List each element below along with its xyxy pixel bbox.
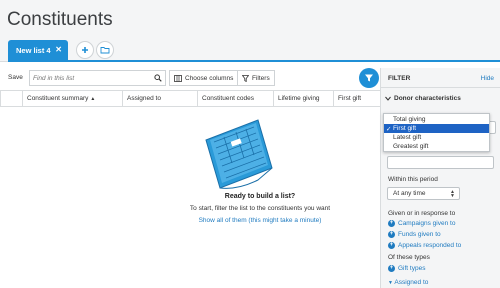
filter-panel: FILTER Hide Donor characteristics ▲▼ Wit… [380,68,500,288]
plus-icon: + [388,265,395,272]
filter-icon [365,74,373,82]
column-header-lifetime-giving[interactable]: Lifetime giving [273,91,333,106]
empty-state-title: Ready to build a list? [224,193,296,200]
show-all-link[interactable]: Show all of them (this might take a minu… [155,217,365,224]
folder-icon [100,47,110,54]
column-header-first-gift[interactable]: First gift [333,91,380,106]
gift-type-dropdown[interactable]: Total giving ✓ First gift Latest gift Gr… [383,113,490,152]
within-period-label: Within this period [388,176,438,183]
assigned-to-section[interactable]: ▼ Assigned to [388,279,428,286]
empty-list-illustration [205,119,273,189]
columns-icon [174,74,182,82]
tab-underline [8,60,500,62]
filters-button[interactable]: Filters [237,70,275,86]
open-list-button[interactable] [96,41,114,59]
chevron-down-icon [385,96,391,101]
funds-given-to-link[interactable]: + Funds given to [388,231,441,238]
column-header-constituent-summary[interactable]: Constituent summary ▲ [22,91,122,106]
hide-filter-link[interactable]: Hide [481,75,494,82]
dropdown-option-first-gift[interactable]: ✓ First gift [384,124,489,133]
save-button[interactable]: Save [8,74,23,81]
gift-types-link[interactable]: + Gift types [388,265,425,272]
tab-label: New list 4 [16,45,51,55]
column-headers: Constituent summary ▲ Assigned to Consti… [0,90,380,107]
dropdown-option-greatest-gift[interactable]: Greatest gift [384,142,489,151]
choose-columns-button[interactable]: Choose columns [169,70,239,86]
empty-state-subtitle: To start, filter the list to the constit… [189,205,331,212]
plus-icon: + [388,220,395,227]
page-title: Constituents [7,9,113,30]
types-label: Of these types [388,254,430,261]
filter-panel-header: FILTER Hide [381,68,500,88]
select-column [0,91,22,106]
column-header-constituent-codes[interactable]: Constituent codes [197,91,273,106]
column-header-assigned-to[interactable]: Assigned to [122,91,197,106]
list-toolbar: Save Choose columns Filters [0,68,368,88]
donor-characteristics-section[interactable]: Donor characteristics [385,95,461,102]
choose-columns-label: Choose columns [185,74,234,82]
search-icon[interactable] [154,74,162,82]
select-arrows-icon: ▲▼ [450,189,455,199]
sort-ascending-icon: ▲ [90,95,96,102]
tab-new-list-4[interactable]: New list 4 ✕ [8,40,68,60]
search-field[interactable] [29,70,166,86]
search-input[interactable] [30,71,140,85]
filter-panel-title: FILTER [388,75,411,82]
top-header: Constituents [0,0,500,62]
plus-icon: + [388,231,395,238]
chevron-down-icon: ▼ [388,280,393,286]
given-label: Given or in response to [388,210,456,217]
add-tab-button[interactable] [76,41,94,59]
close-icon[interactable]: ✕ [55,45,62,54]
dropdown-option-total-giving[interactable]: Total giving [384,115,489,124]
check-icon: ✓ [386,125,392,133]
plus-icon: + [388,242,395,249]
filters-label: Filters [252,74,270,82]
campaigns-given-to-link[interactable]: + Campaigns given to [388,220,455,227]
dropdown-option-latest-gift[interactable]: Latest gift [384,133,489,142]
filter-icon [242,74,249,82]
amount-input[interactable] [387,156,494,169]
appeals-responded-to-link[interactable]: + Appeals responded to [388,242,461,249]
period-select[interactable]: At any time ▲ ▼ [387,187,460,200]
plus-icon [82,47,88,53]
filter-toggle-button[interactable] [359,68,379,88]
